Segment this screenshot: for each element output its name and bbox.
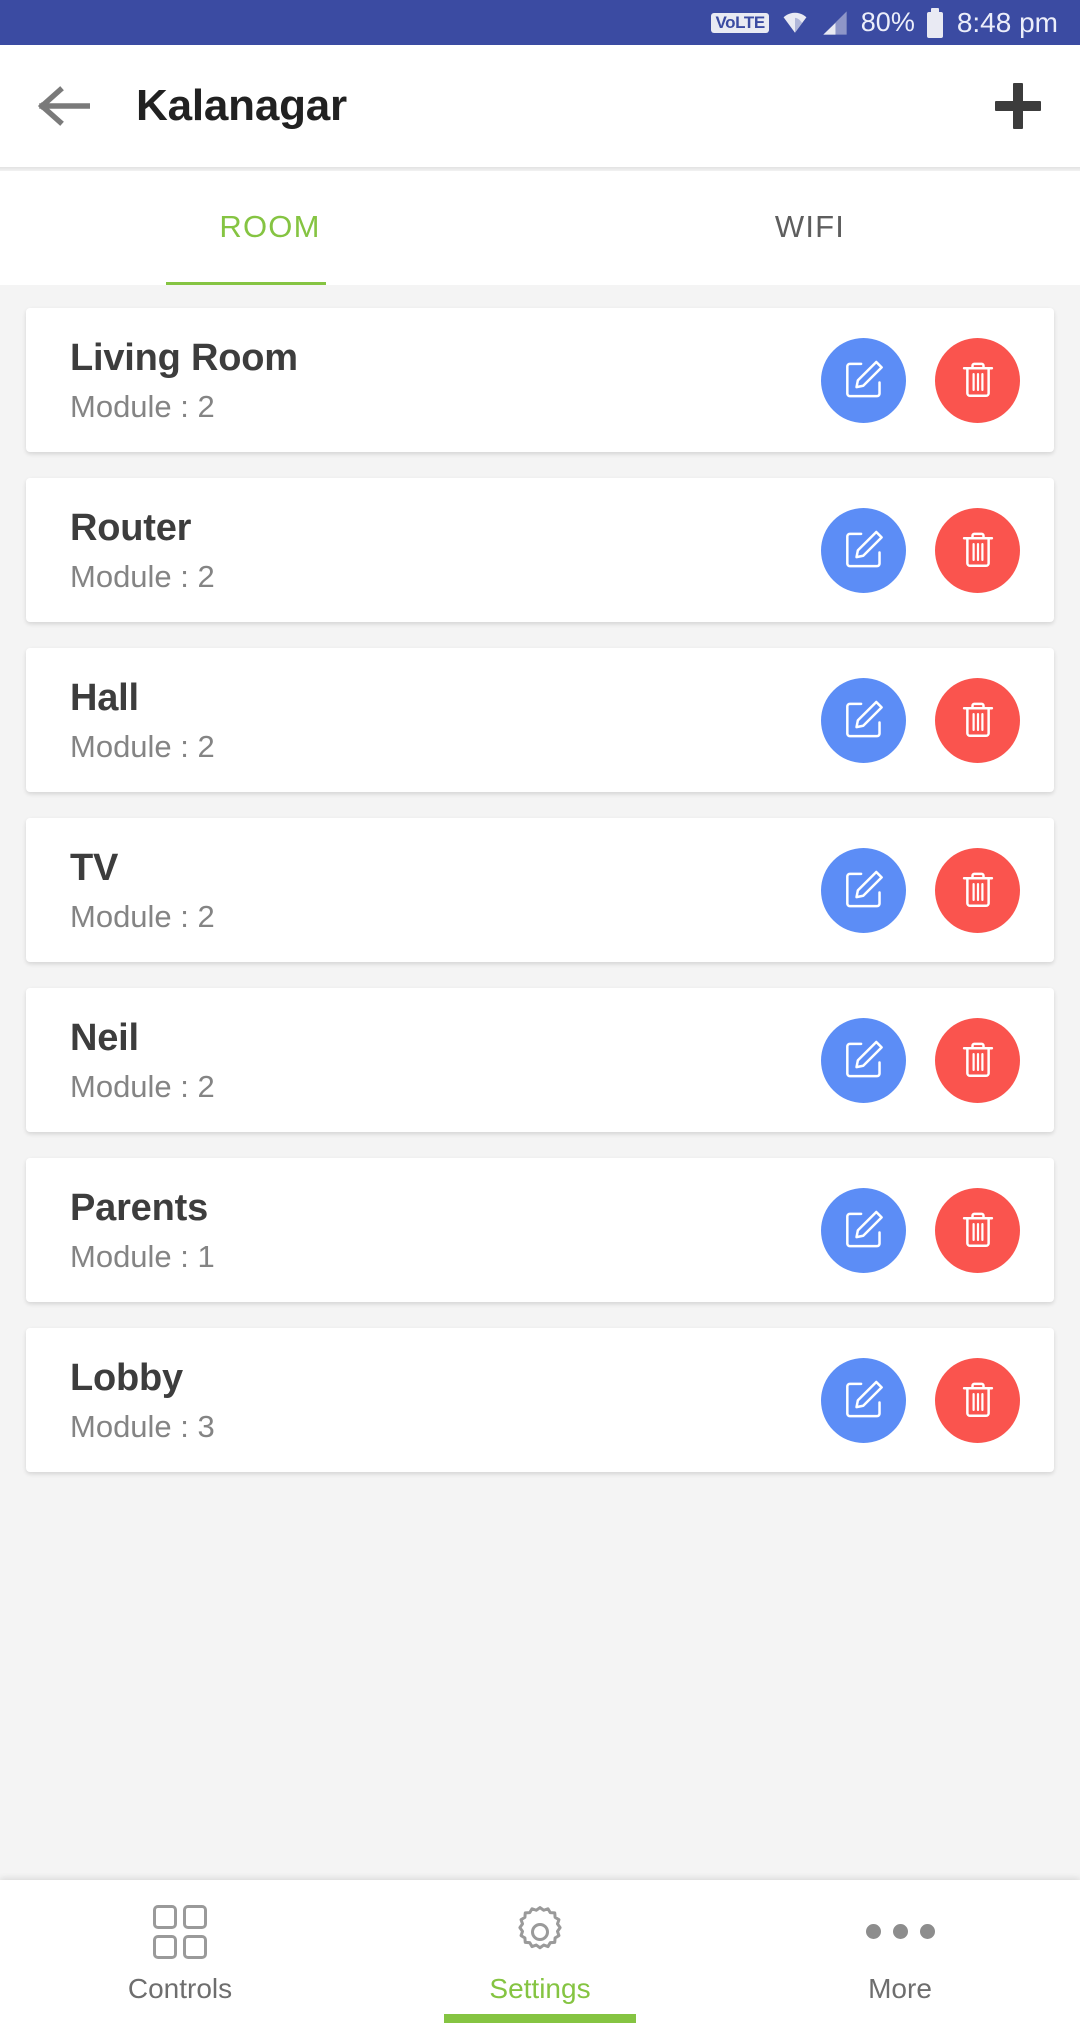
delete-room-button[interactable] (935, 507, 1020, 593)
nav-active-indicator (444, 2014, 636, 2023)
signal-bars-icon (821, 10, 849, 36)
room-card[interactable]: Living Room Module : 2 (26, 308, 1054, 452)
room-name: Router (70, 506, 192, 549)
tab-wifi[interactable]: WIFI (540, 171, 1080, 289)
room-card-actions (821, 1357, 1020, 1443)
add-room-button[interactable] (990, 78, 1046, 134)
app-bar: Kalanagar (0, 45, 1080, 167)
nav-item-controls[interactable]: Controls (0, 1880, 360, 2023)
room-list[interactable]: Living Room Module : 2 Router Module: 2… (0, 285, 1080, 1880)
room-card-text: Lobby Module : 3 (70, 1359, 215, 1442)
room-module-count: Module : 2 (70, 898, 215, 934)
edit-room-button[interactable] (821, 847, 906, 933)
edit-room-button[interactable] (821, 1017, 906, 1103)
room-card-actions (821, 507, 1020, 593)
room-module-count: Module : 2 (70, 388, 215, 424)
room-module-count: Module : 2 (70, 558, 215, 594)
room-card-actions (821, 847, 1020, 933)
nav-label-settings: Settings (489, 1972, 591, 2004)
room-card-actions (821, 337, 1020, 423)
more-dots-icon (865, 1903, 935, 1961)
delete-room-button[interactable] (935, 677, 1020, 763)
edit-room-button[interactable] (821, 1187, 906, 1273)
room-card[interactable]: Parents Module : 1 (26, 1158, 1054, 1302)
room-card-text: Parents Module : 1 (70, 1189, 215, 1272)
delete-room-button[interactable] (935, 337, 1020, 423)
room-name: TV (70, 846, 119, 889)
edit-room-button[interactable] (821, 507, 906, 593)
room-card-actions (821, 1017, 1020, 1103)
nav-label-controls: Controls (127, 1972, 233, 2004)
room-card[interactable]: TV Module : 2 (26, 818, 1054, 962)
room-module-count: Module : 3 (70, 1408, 215, 1444)
room-name: Neil (70, 1016, 139, 1059)
room-card-text: Neil Module : 2 (70, 1019, 215, 1102)
nav-label-more: More (868, 1972, 932, 2004)
edit-room-button[interactable] (821, 1357, 906, 1443)
room-card[interactable]: Router Module : 2 (26, 478, 1054, 622)
grid-icon (153, 1903, 207, 1961)
volte-badge: VoLTE (711, 12, 769, 33)
room-card-actions (821, 1187, 1020, 1273)
nav-item-more[interactable]: More (720, 1880, 1080, 2023)
status-bar: VoLTE 80% 8:48 pm (0, 0, 1080, 45)
room-card-text: TV Module : 2 (70, 849, 215, 932)
battery-percent: 80% (860, 7, 915, 37)
delete-room-button[interactable] (935, 847, 1020, 933)
status-bar-clock: 8:48 pm (956, 6, 1058, 38)
page-title: Kalanagar (136, 81, 347, 130)
battery-icon (926, 7, 943, 38)
edit-room-button[interactable] (821, 337, 906, 423)
delete-room-button[interactable] (935, 1187, 1020, 1273)
room-name: Lobby (70, 1356, 183, 1399)
gear-icon (511, 1903, 569, 1961)
room-module-count: Module : 1 (70, 1238, 215, 1274)
back-arrow-icon[interactable] (38, 80, 90, 132)
room-card-actions (821, 677, 1020, 763)
room-name: Parents (70, 1186, 209, 1229)
room-module-count: Module : 2 (70, 728, 215, 764)
bottom-navigation: Controls Settings More (0, 1880, 1080, 2023)
room-module-count: Module : 2 (70, 1068, 215, 1104)
delete-room-button[interactable] (935, 1017, 1020, 1103)
tab-room[interactable]: ROOM (0, 171, 540, 289)
room-card[interactable]: Lobby Module : 3 (26, 1328, 1054, 1472)
room-card[interactable]: Neil Module : 2 (26, 988, 1054, 1132)
edit-room-button[interactable] (821, 677, 906, 763)
wifi-icon (781, 9, 809, 37)
room-card[interactable]: Hall Module : 2 (26, 648, 1054, 792)
delete-room-button[interactable] (935, 1357, 1020, 1443)
room-name: Hall (70, 676, 139, 719)
plus-icon (995, 83, 1041, 129)
nav-item-settings[interactable]: Settings (360, 1880, 720, 2023)
room-card-text: Router Module : 2 (70, 509, 215, 592)
tab-bar: ROOM WIFI (0, 171, 1080, 289)
phone-screen: VoLTE 80% 8:48 pm Kalanagar ROOM WIFI Li… (0, 0, 1080, 2023)
room-name: Living Room (70, 336, 298, 379)
room-card-text: Hall Module : 2 (70, 679, 215, 762)
room-card-text: Living Room Module : 2 (70, 339, 298, 422)
